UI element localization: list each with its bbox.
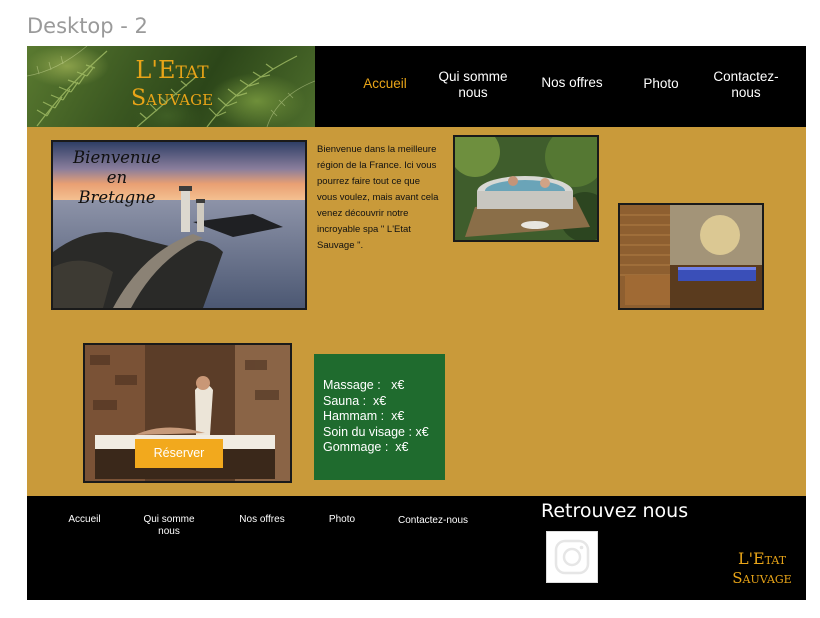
price-label: Soin du visage : [323, 424, 412, 439]
frame-label: Desktop - 2 [27, 14, 148, 38]
hero-image: Bienvenue en Bretagne [51, 140, 307, 310]
header: L'Etat Sauvage Accueil Qui somme nous No… [27, 46, 806, 127]
price-value: x€ [373, 393, 387, 408]
logo-line2: Sauvage [130, 86, 214, 111]
retrouvez-heading: Retrouvez nous [541, 500, 689, 522]
logo[interactable]: L'Etat Sauvage [97, 58, 247, 110]
footer-logo[interactable]: L'Etat Sauvage [717, 551, 806, 586]
price-value: x€ [415, 424, 429, 439]
nav-qui-somme-nous[interactable]: Qui somme nous [433, 69, 513, 101]
footer-nav-contactez-nous[interactable]: Contactez-nous [387, 515, 479, 527]
price-row: Hammam : x€ [323, 409, 445, 425]
price-value: x€ [391, 409, 405, 423]
sauna-image [618, 203, 764, 310]
price-row: Soin du visage : x€ [323, 425, 445, 441]
price-label: Sauna : [323, 393, 367, 408]
nav-photo[interactable]: Photo [631, 76, 691, 92]
nav-accueil[interactable]: Accueil [360, 76, 410, 92]
footer-nav-photo[interactable]: Photo [317, 514, 367, 526]
page-frame: L'Etat Sauvage Accueil Qui somme nous No… [27, 46, 806, 600]
instagram-icon[interactable] [546, 531, 598, 583]
prices-panel: Massage : x€ Sauna : x€ Hammam : x€ Soin… [314, 354, 445, 480]
price-value: x€ [391, 378, 405, 392]
price-row: Gommage : x€ [323, 440, 445, 456]
footer: Accueil Qui somme nous Nos offres Photo … [27, 496, 806, 600]
price-value: x€ [395, 440, 409, 454]
price-label: Gommage : [323, 440, 389, 454]
price-label: Massage : [323, 378, 381, 392]
footer-nav-nos-offres[interactable]: Nos offres [227, 514, 297, 526]
reserve-button[interactable]: Réserver [135, 439, 223, 468]
footer-nav-accueil[interactable]: Accueil [57, 514, 112, 526]
jacuzzi-image [453, 135, 599, 242]
footer-nav-qui-somme-nous[interactable]: Qui somme nous [134, 514, 204, 538]
price-label: Hammam : [323, 409, 385, 423]
price-row: Massage : x€ [323, 378, 445, 394]
footer-logo-line1: L'Etat [737, 549, 787, 568]
intro-text: Bienvenue dans la meilleure région de la… [317, 144, 439, 251]
logo-line1: L'Etat [135, 56, 209, 84]
fern-banner: L'Etat Sauvage [27, 46, 315, 127]
nav-contactez-nous[interactable]: Contactez-nous [706, 69, 786, 101]
nav-nos-offres[interactable]: Nos offres [532, 75, 612, 91]
hero-caption: Bienvenue en Bretagne [73, 148, 161, 207]
price-row: Sauna : x€ [323, 394, 445, 410]
footer-logo-line2: Sauvage [732, 569, 792, 587]
